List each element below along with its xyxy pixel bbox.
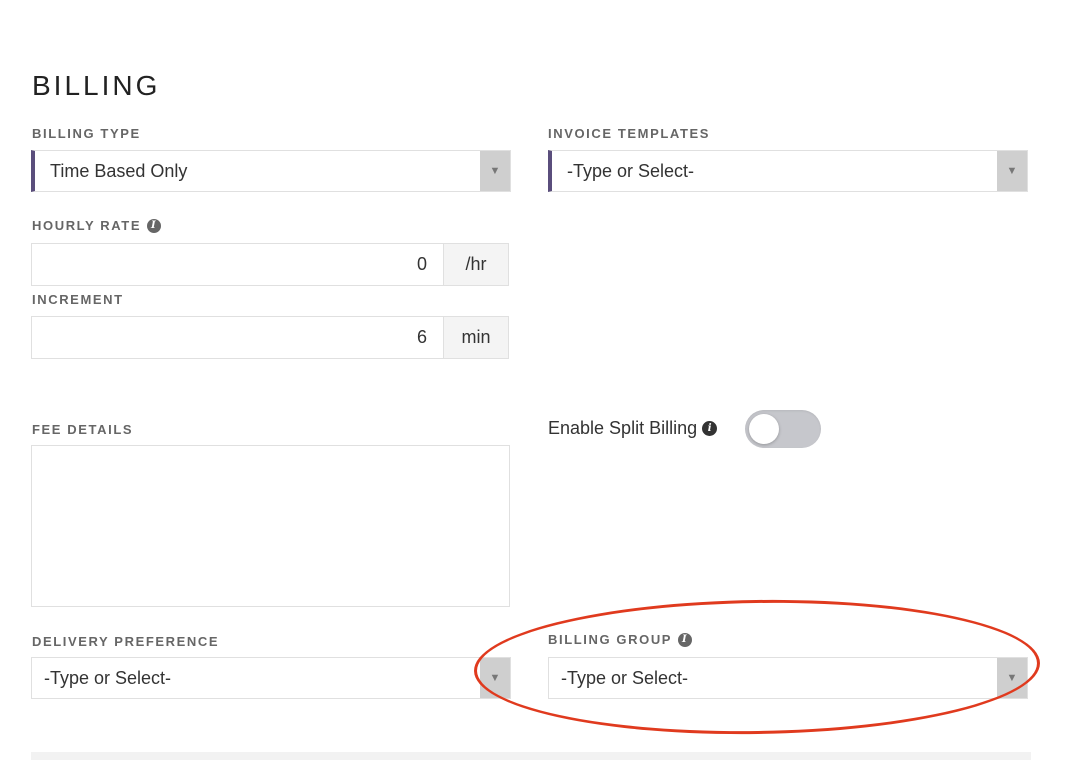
invoice-templates-select[interactable]: -Type or Select- ▼	[548, 150, 1028, 192]
hourly-rate-value[interactable]: 0	[32, 244, 443, 285]
caret-down-icon[interactable]: ▼	[997, 151, 1027, 191]
billing-group-select[interactable]: -Type or Select- ▼	[548, 657, 1028, 699]
billing-type-value: Time Based Only	[50, 160, 188, 181]
delivery-preference-select[interactable]: -Type or Select- ▼	[31, 657, 511, 699]
info-icon[interactable]: i	[147, 218, 162, 233]
delivery-preference-label: DELIVERY PREFERENCE	[32, 634, 220, 649]
fee-details-textarea[interactable]	[31, 445, 510, 607]
invoice-templates-value: -Type or Select-	[567, 160, 695, 181]
increment-input[interactable]: 6 min	[31, 316, 509, 359]
hourly-rate-unit: /hr	[443, 244, 508, 285]
caret-down-icon[interactable]: ▼	[480, 658, 510, 698]
billing-group-value: -Type or Select-	[561, 667, 689, 688]
caret-down-icon[interactable]: ▼	[997, 658, 1027, 698]
billing-type-label: BILLING TYPE	[32, 126, 141, 141]
invoice-templates-label: INVOICE TEMPLATES	[548, 126, 711, 141]
info-icon[interactable]: i	[702, 421, 718, 436]
split-billing-label: Enable Split Billing i	[548, 418, 718, 439]
caret-down-icon[interactable]: ▼	[480, 151, 510, 191]
increment-unit: min	[443, 317, 508, 358]
toggle-knob	[749, 414, 779, 444]
increment-label: INCREMENT	[32, 292, 124, 307]
split-billing-toggle[interactable]	[745, 410, 821, 448]
section-title: BILLING	[32, 70, 161, 101]
next-section-edge	[31, 752, 1031, 760]
fee-details-label: FEE DETAILS	[32, 422, 134, 437]
delivery-preference-value: -Type or Select-	[44, 667, 172, 688]
hourly-rate-input[interactable]: 0 /hr	[31, 243, 509, 286]
hourly-rate-label: HOURLY RATE i	[32, 218, 162, 233]
info-icon[interactable]: i	[678, 632, 693, 647]
increment-value[interactable]: 6	[32, 317, 443, 358]
billing-group-label: BILLING GROUP i	[548, 632, 693, 647]
billing-type-select[interactable]: Time Based Only ▼	[31, 150, 511, 192]
